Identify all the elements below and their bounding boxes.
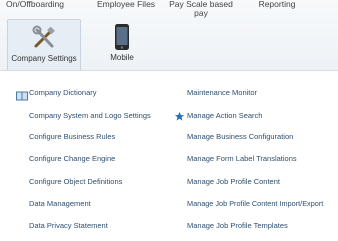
link-manage-business-configuration[interactable]: Manage Business Configuration [187, 132, 293, 141]
mobile-phone-icon [92, 22, 152, 52]
tab-employee-files[interactable]: Employee Files [88, 0, 164, 9]
link-manage-action-search[interactable]: Manage Action Search [187, 111, 262, 120]
link-maintenance-monitor[interactable]: Maintenance Monitor [187, 88, 257, 97]
link-manage-job-profile-content-import-export[interactable]: Manage Job Profile Content Import/Export [187, 199, 323, 208]
tab-pay-scale-based-pay[interactable]: Pay Scale based pay [166, 0, 236, 18]
tools-icon [8, 23, 80, 53]
link-manage-job-profile-content[interactable]: Manage Job Profile Content [187, 177, 280, 186]
mobile-label: Mobile [110, 53, 134, 62]
link-configure-business-rules[interactable]: Configure Business Rules [29, 132, 115, 141]
company-settings-label: Company Settings [11, 54, 77, 63]
link-configure-change-engine[interactable]: Configure Change Engine [29, 154, 115, 163]
tab-on-offboarding[interactable]: On/Offboarding [2, 0, 68, 9]
tab-company-settings[interactable]: Company Settings [7, 19, 81, 70]
link-configure-object-definitions[interactable]: Configure Object Definitions [29, 177, 122, 186]
link-company-dictionary[interactable]: Company Dictionary [29, 88, 97, 97]
dictionary-icon [16, 88, 28, 106]
link-company-system-logo-settings[interactable]: Company System and Logo Settings [29, 111, 151, 120]
tab-mobile[interactable]: Mobile [92, 19, 152, 69]
tab-reporting[interactable]: Reporting [252, 0, 302, 9]
link-manage-form-label-translations[interactable]: Manage Form Label Translations [187, 154, 297, 163]
star-icon [174, 109, 185, 127]
link-data-management[interactable]: Data Management [29, 199, 91, 208]
link-manage-job-profile-templates[interactable]: Manage Job Profile Templates [187, 221, 288, 230]
link-data-privacy-statement[interactable]: Data Privacy Statement [29, 221, 108, 230]
